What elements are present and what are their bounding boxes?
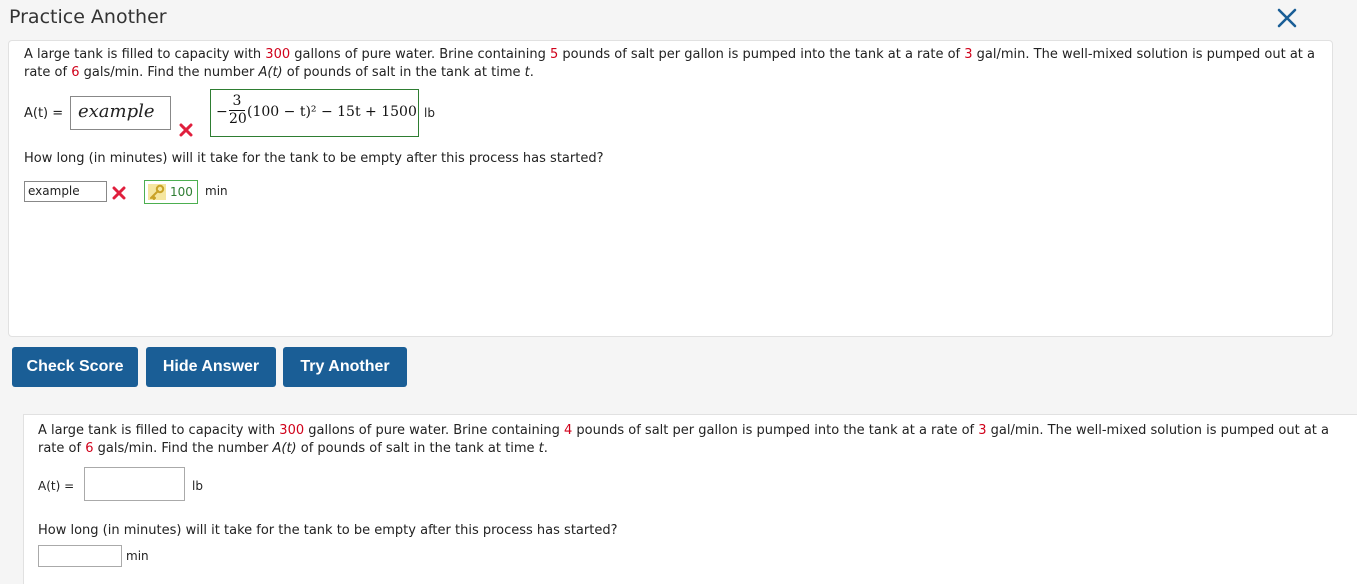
student-answer-field-2[interactable]: example bbox=[24, 181, 107, 202]
answer-expression: (100 − t)² − 15t + 1500 bbox=[247, 104, 417, 120]
answer-fraction: 3 20 bbox=[229, 93, 247, 127]
capacity-value: 300 bbox=[265, 47, 291, 62]
at-answer-input[interactable] bbox=[84, 467, 185, 501]
unit-label: min bbox=[205, 184, 228, 198]
unit-label: min bbox=[126, 549, 149, 563]
close-icon[interactable] bbox=[1273, 4, 1301, 32]
try-another-button[interactable]: Try Another bbox=[283, 347, 407, 387]
at-label: A(t) = bbox=[24, 106, 64, 121]
at-label: A(t) = bbox=[38, 479, 75, 493]
question-card: A large tank is filled to capacity with … bbox=[8, 40, 1333, 337]
rate-in-value: 3 bbox=[964, 47, 973, 62]
unit-label: lb bbox=[424, 106, 435, 120]
problem-text: A large tank is filled to capacity with … bbox=[38, 423, 1329, 456]
unit-label: lb bbox=[192, 479, 203, 493]
capacity-value: 300 bbox=[279, 423, 305, 438]
check-score-button[interactable]: Check Score bbox=[12, 347, 138, 387]
student-answer-field[interactable]: example bbox=[70, 96, 171, 130]
page-title: Practice Another bbox=[9, 6, 167, 28]
practice-question-card: A large tank is filled to capacity with … bbox=[23, 414, 1357, 584]
problem-text: A large tank is filled to capacity with … bbox=[24, 47, 1315, 80]
correct-answer-box-2: 100 bbox=[144, 180, 198, 204]
key-icon bbox=[148, 184, 166, 200]
minutes-answer-input[interactable] bbox=[38, 545, 122, 567]
incorrect-icon bbox=[112, 186, 126, 200]
correct-answer-box: − 3 20 (100 − t)² − 15t + 1500 bbox=[210, 89, 419, 137]
question-text: How long (in minutes) will it take for t… bbox=[38, 523, 618, 538]
hide-answer-button[interactable]: Hide Answer bbox=[146, 347, 276, 387]
question-text: How long (in minutes) will it take for t… bbox=[24, 151, 604, 166]
incorrect-icon bbox=[179, 123, 193, 137]
rate-in-value: 3 bbox=[978, 423, 987, 438]
